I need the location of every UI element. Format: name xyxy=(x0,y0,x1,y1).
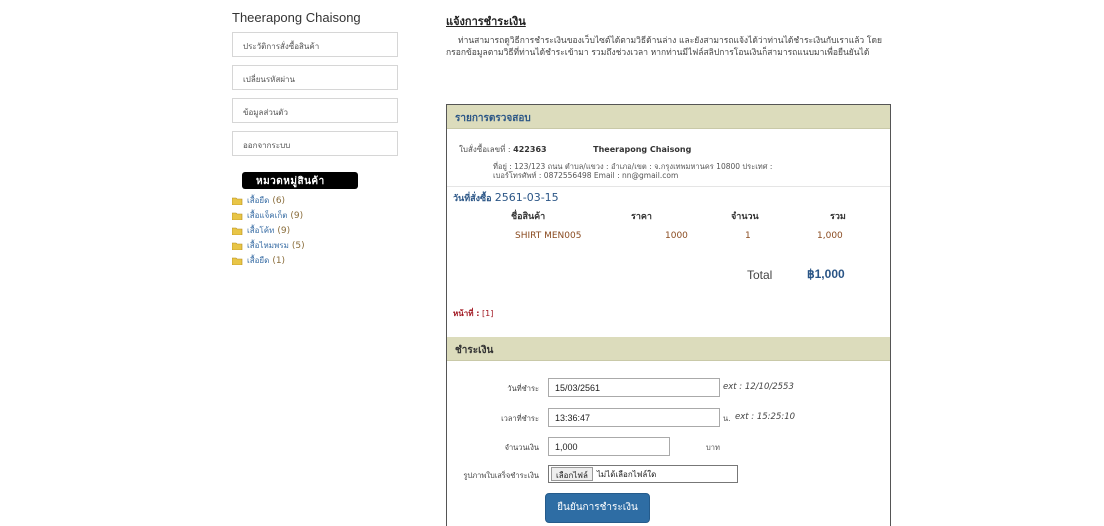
receipt-file-label: รูปภาพใบเสร็จชำระเงิน xyxy=(463,471,539,480)
order-id-label: ใบสั่งซื้อเลขที่ : xyxy=(459,145,511,154)
folder-icon xyxy=(232,242,243,250)
choose-file-button[interactable]: เลือกไฟล์ xyxy=(551,467,593,481)
category-count: (1) xyxy=(272,255,286,266)
category-count: (9) xyxy=(290,210,304,221)
page-label: หน้าที่ : xyxy=(453,309,480,318)
total-value: ฿1,000 xyxy=(807,267,845,281)
item-total: 1,000 xyxy=(817,231,843,241)
sidebar: Theerapong Chaisong ประวัติการสั่งซื้อสิ… xyxy=(232,10,400,268)
col-header-product: ชื่อสินค้า xyxy=(511,212,546,222)
order-id: 422363 xyxy=(513,145,547,154)
category-item[interactable]: เสื้อโค้ท (9) xyxy=(232,223,400,238)
pay-time-input[interactable] xyxy=(548,408,720,427)
page-link[interactable]: [1] xyxy=(482,309,493,318)
main-content: แจ้งการชำระเงิน ท่านสามารถดูวิธีการชำระเ… xyxy=(446,12,891,59)
category-item[interactable]: เสื้อยืด (6) xyxy=(232,193,400,208)
intro-text: ท่านสามารถดูวิธีการชำระเงินของเว็บไซต์ได… xyxy=(446,36,882,58)
menu-order-history[interactable]: ประวัติการสั่งซื้อสินค้า xyxy=(232,32,398,57)
customer-name: Theerapong Chaisong xyxy=(593,145,692,154)
category-link[interactable]: เสื้อแจ็คเก็ต xyxy=(247,209,287,222)
category-link[interactable]: เสื้อยืด xyxy=(247,254,269,267)
pay-date-hint: ext : 12/10/2553 xyxy=(723,382,794,392)
menu-logout[interactable]: ออกจากระบบ xyxy=(232,131,398,156)
amount-input[interactable] xyxy=(548,437,670,456)
category-header: หมวดหมู่สินค้า xyxy=(242,172,358,189)
category-count: (6) xyxy=(272,195,286,206)
file-status: ไม่ได้เลือกไฟล์ใด xyxy=(596,469,657,479)
receipt-file-input[interactable]: เลือกไฟล์ ไม่ได้เลือกไฟล์ใด xyxy=(548,465,738,483)
folder-icon xyxy=(232,212,243,220)
item-name: SHIRT MEN005 xyxy=(515,231,582,241)
customer-info: ใบสั่งซื้อเลขที่ : 422363 Theerapong Cha… xyxy=(447,129,890,187)
category-list: เสื้อยืด (6) เสื้อแจ็คเก็ต (9) เสื้อโค้ท… xyxy=(232,193,400,268)
folder-icon xyxy=(232,197,243,205)
folder-icon xyxy=(232,227,243,235)
page-title: แจ้งการชำระเงิน xyxy=(446,15,526,28)
product-table: ชื่อสินค้า ราคา จำนวน รวม SHIRT MEN005 1… xyxy=(447,203,890,303)
category-item[interactable]: เสื้อยืด (1) xyxy=(232,253,400,268)
item-price: 1000 xyxy=(665,231,688,241)
menu-change-password[interactable]: เปลี่ยนรหัสผ่าน xyxy=(232,65,398,90)
pay-time-label: เวลาที่ชำระ xyxy=(501,414,539,423)
category-link[interactable]: เสื้อไหมพรม xyxy=(247,239,289,252)
user-name: Theerapong Chaisong xyxy=(232,10,361,25)
category-item[interactable]: เสื้อไหมพรม (5) xyxy=(232,238,400,253)
pay-time-unit: น. xyxy=(723,414,731,423)
pagination: หน้าที่ : [1] xyxy=(447,303,890,337)
category-link[interactable]: เสื้อยืด xyxy=(247,194,269,207)
review-header: รายการตรวจสอบ xyxy=(447,105,890,129)
total-label: Total xyxy=(747,268,773,282)
customer-address: ที่อยู่ : 123/123 ถนน ตำบล/แขวง : อำเภอ/… xyxy=(493,162,773,171)
category-count: (9) xyxy=(277,225,291,236)
customer-contact: เบอร์โทรศัพท์ : 0872556498 Email : nn@gm… xyxy=(493,171,679,180)
amount-unit: บาท xyxy=(706,443,720,452)
menu-profile[interactable]: ข้อมูลส่วนตัว xyxy=(232,98,398,123)
col-header-price: ราคา xyxy=(631,212,652,222)
category-count: (5) xyxy=(291,240,305,251)
amount-label: จำนวนเงิน xyxy=(504,443,539,452)
pay-date-input[interactable] xyxy=(548,378,720,397)
pay-time-hint: ext : 15:25:10 xyxy=(735,412,796,422)
col-header-qty: จำนวน xyxy=(731,212,759,222)
review-panel: รายการตรวจสอบ ใบสั่งซื้อเลขที่ : 422363 … xyxy=(446,104,891,526)
category-link[interactable]: เสื้อโค้ท xyxy=(247,224,274,237)
col-header-total: รวม xyxy=(830,212,846,222)
item-qty: 1 xyxy=(745,231,751,241)
payment-form: วันที่ชำระ ext : 12/10/2553 เวลาที่ชำระ … xyxy=(447,361,890,526)
order-date: วันที่สั่งซื้อ 2561-03-15 xyxy=(447,187,890,204)
payment-header: ชำระเงิน xyxy=(447,337,890,361)
category-item[interactable]: เสื้อแจ็คเก็ต (9) xyxy=(232,208,400,223)
folder-icon xyxy=(232,257,243,265)
pay-date-label: วันที่ชำระ xyxy=(507,384,539,393)
confirm-payment-button[interactable]: ยืนยันการชำระเงิน xyxy=(545,493,650,523)
